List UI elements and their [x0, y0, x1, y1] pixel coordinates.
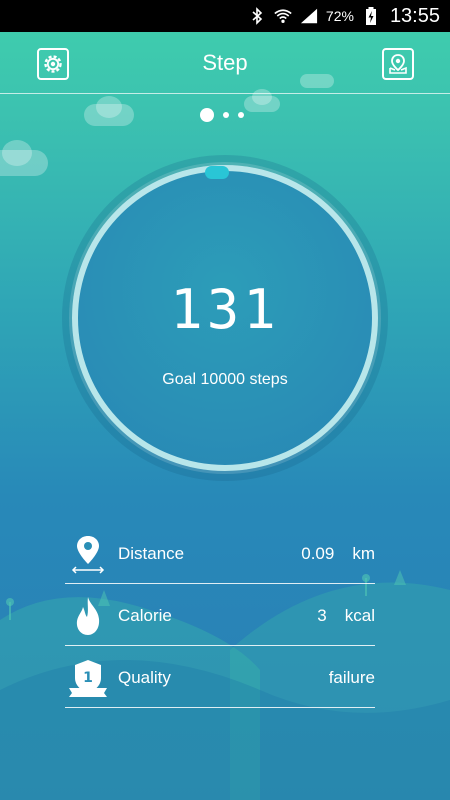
step-count: 131 — [170, 278, 280, 341]
svg-text:1: 1 — [83, 670, 93, 686]
stat-value: 3 kcal — [317, 606, 375, 626]
stat-label: Calorie — [118, 606, 172, 625]
stat-value: failure — [328, 668, 375, 687]
header-divider — [0, 93, 450, 94]
location-pin-distance-icon — [68, 534, 108, 574]
stat-value: 0.09 km — [301, 544, 375, 564]
battery-charging-icon — [362, 7, 380, 25]
stat-row-distance: Distance 0.09 km — [65, 522, 375, 584]
page-indicator — [200, 108, 244, 122]
flame-icon — [68, 596, 108, 636]
rank-badge-icon: 1 — [68, 658, 108, 698]
step-progress-ring: 131 Goal 10000 steps — [62, 155, 388, 481]
distance-unit: km — [352, 544, 375, 563]
stat-label: Quality — [118, 668, 171, 687]
page-dot-active[interactable] — [200, 108, 214, 122]
wifi-icon — [274, 7, 292, 25]
page-dot[interactable] — [223, 112, 229, 118]
stat-row-quality: 1 Quality failure — [65, 646, 375, 708]
bluetooth-icon — [248, 7, 266, 25]
stats-list: Distance 0.09 km Calorie 3 kcal 1 Quality … — [65, 522, 375, 708]
page-dot[interactable] — [238, 112, 244, 118]
step-goal: Goal 10000 steps — [162, 371, 288, 388]
calorie-value: 3 — [317, 606, 327, 625]
battery-percent: 72% — [325, 8, 354, 24]
distance-value: 0.09 — [301, 544, 335, 563]
map-pin-icon — [387, 53, 409, 75]
stat-label: Distance — [118, 544, 185, 563]
map-button[interactable] — [382, 48, 414, 80]
signal-icon — [300, 7, 318, 25]
progress-marker — [205, 166, 229, 179]
calorie-unit: kcal — [344, 606, 375, 625]
status-bar: 72% 13:55 — [0, 0, 450, 32]
stat-row-calorie: Calorie 3 kcal — [65, 584, 375, 646]
clock: 13:55 — [389, 4, 440, 27]
app-header: Step — [0, 32, 450, 94]
